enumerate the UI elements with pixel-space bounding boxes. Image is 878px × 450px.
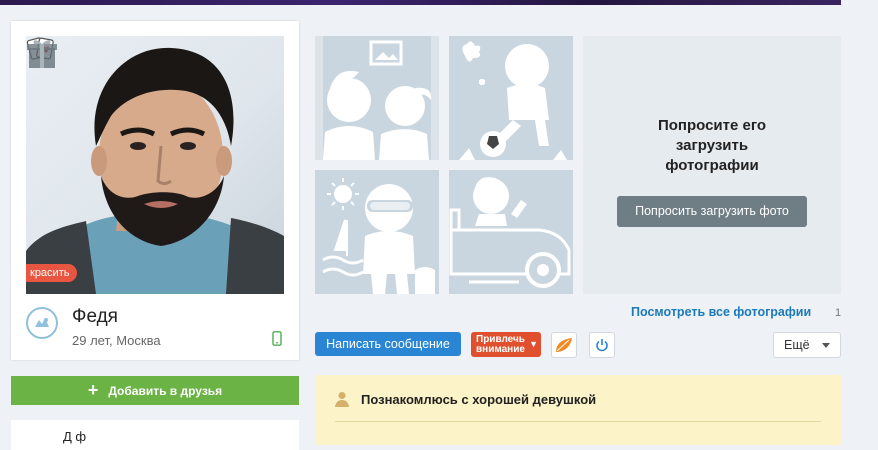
profile-avatar[interactable]: ♥ красить [26, 36, 284, 294]
all-photos-link[interactable]: Посмотреть все фотографии [631, 305, 811, 319]
decorate-badge[interactable]: красить [26, 264, 78, 282]
ask-upload-button[interactable]: Попросить загрузить фото [617, 196, 807, 227]
profile-card: ♥ красить Федя 29 лет, Москва [11, 21, 299, 360]
football-illustration [459, 41, 567, 160]
status-divider [335, 421, 821, 422]
caret-down-icon [822, 343, 830, 348]
lower-card: Д ф [11, 420, 299, 450]
power-button[interactable] [589, 332, 615, 358]
more-label: Ещё [784, 338, 810, 352]
write-message-button[interactable]: Написать сообщение [315, 332, 461, 356]
ask-upload-panel: Попросите его загрузить фотографии Попро… [583, 36, 841, 294]
photo-placeholder-car [449, 170, 573, 294]
attract-attention-button[interactable]: Привлечь внимание ▼ [471, 332, 541, 357]
power-icon [596, 339, 608, 352]
user-icon [335, 392, 349, 407]
plus-icon: + [87, 380, 99, 400]
photo-placeholder-beach [315, 170, 439, 294]
couple-illustration [315, 36, 439, 160]
profile-name-row: Федя 29 лет, Москва [26, 304, 284, 348]
photo-placeholder-football [449, 36, 573, 160]
photo-count: 1 [835, 307, 842, 319]
leaf-gift-button[interactable] [551, 332, 577, 358]
chevron-down-icon: ▼ [529, 339, 538, 349]
lower-card-text: Д ф [63, 429, 87, 444]
more-dropdown[interactable]: Ещё [773, 332, 841, 358]
ask-upload-title: Попросите его загрузить фотографии [657, 117, 767, 174]
top-banner-strip [0, 0, 841, 5]
user-name: Федя [72, 306, 118, 327]
leaf-icon [556, 338, 572, 352]
beach-illustration [322, 178, 435, 294]
attract-attention-label: Привлечь внимание [476, 334, 525, 355]
add-friend-label: Добавить в друзья [108, 383, 223, 398]
user-age-city: 29 лет, Москва [72, 333, 161, 348]
add-friend-button[interactable]: + Добавить в друзья [11, 376, 299, 405]
car-illustration [449, 177, 571, 288]
status-icon [26, 307, 58, 339]
mobile-icon [272, 331, 282, 346]
status-text: Познакомлюсь с хорошей девушкой [361, 392, 597, 407]
avatar-photo [26, 47, 284, 294]
photo-placeholder-couple [315, 36, 439, 160]
gift-icon[interactable] [26, 36, 58, 70]
